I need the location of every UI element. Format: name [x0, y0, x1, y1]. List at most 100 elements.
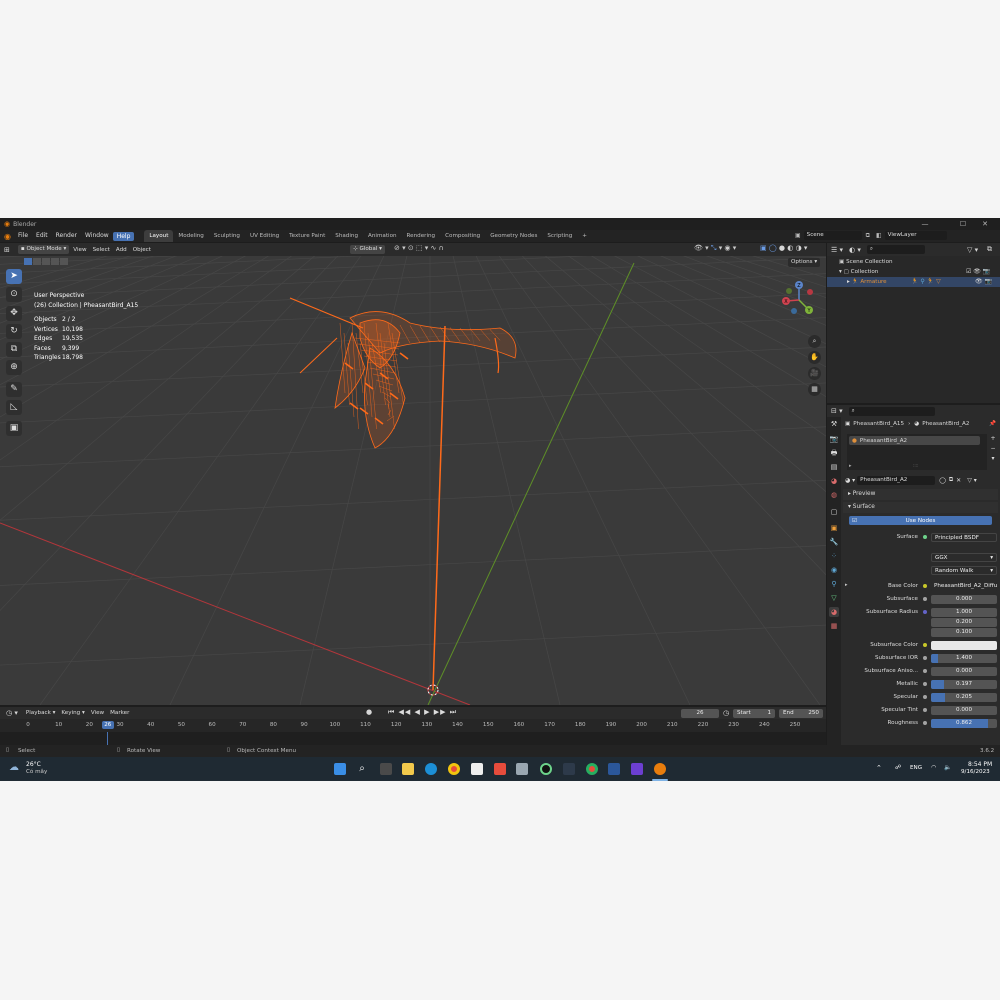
properties-editor-icon[interactable]: ⊟ ▾ — [831, 407, 843, 415]
render-tab-icon[interactable]: 📷 — [829, 434, 839, 444]
add-workspace-button[interactable]: + — [577, 230, 592, 242]
scene-selector[interactable]: ▣ Scene ⧉ ◧ ViewLayer — [795, 231, 951, 240]
surface-shader-field[interactable]: Principled BSDF — [931, 533, 997, 542]
property-value-field[interactable]: 0.197 — [931, 680, 997, 689]
playback-controls[interactable]: ⏮ ◀◀ ◀ ▶ ▶▶ ⏭ — [388, 708, 457, 717]
scale-tool-icon[interactable]: ⧉ — [6, 342, 22, 357]
transform-orientation[interactable]: ⊹ Global ▾ — [350, 245, 385, 254]
scene-name-field[interactable]: Scene — [803, 231, 862, 240]
tab-scripting[interactable]: Scripting — [542, 230, 577, 242]
frame-ruler[interactable]: 0 10 20 30 40 50 60 70 80 90 100 110 120 130 140 150 160… — [0, 720, 826, 730]
menu-render[interactable]: Render — [52, 230, 81, 242]
material-tab-icon[interactable]: ◕ — [829, 607, 839, 617]
material-slot-list[interactable]: ● PheasantBird_A2 :::: ▸ — [847, 434, 987, 470]
preview-section-header[interactable]: ▸ Preview — [843, 489, 998, 500]
task-view-icon[interactable] — [380, 763, 392, 775]
selection-mode-buttons[interactable] — [24, 258, 68, 265]
socket-dot-icon[interactable] — [923, 584, 927, 588]
tab-texture-paint[interactable]: Texture Paint — [284, 230, 330, 242]
editor-type-icon[interactable]: ⊞ — [4, 246, 10, 254]
list-expand-icon[interactable]: ▸ — [849, 463, 852, 469]
menu-marker[interactable]: Marker — [110, 710, 129, 716]
clock-time[interactable]: 8:54 PM — [968, 761, 992, 768]
output-tab-icon[interactable]: 🖶 — [829, 448, 839, 458]
tab-uv-editing[interactable]: UV Editing — [245, 230, 284, 242]
socket-dot-icon[interactable] — [923, 656, 927, 660]
property-value-field[interactable]: PheasantBird_A2_Diffuse — [931, 582, 997, 591]
list-resize-handle[interactable]: :::: — [913, 463, 918, 468]
3d-viewport[interactable]: ⊞ ▪ Object Mode ▾ View Select Add Object… — [0, 243, 826, 705]
material-slot-item[interactable]: ● PheasantBird_A2 — [849, 436, 980, 445]
start-frame-field[interactable]: Start 1 — [733, 709, 775, 718]
cursor-tool-icon[interactable]: ⊙ — [6, 287, 22, 302]
navigation-gizmo[interactable]: Z X Y — [776, 277, 822, 323]
socket-dot-icon[interactable] — [923, 610, 927, 614]
socket-dot-icon[interactable] — [923, 708, 927, 712]
pin-icon[interactable]: 📌 — [989, 421, 996, 427]
language-indicator[interactable]: ENG — [910, 765, 922, 771]
menu-view[interactable]: View — [73, 247, 86, 253]
clock-date[interactable]: 9/16/2023 — [961, 769, 990, 775]
scene-new-icon[interactable]: ⧉ — [866, 232, 870, 240]
annotate-tool-icon[interactable]: ✎ — [6, 382, 22, 397]
new-collection-icon[interactable]: ⧉ — [987, 245, 992, 254]
object-tab-icon[interactable]: ▣ — [829, 523, 839, 533]
grid-toggle-icon[interactable]: ▦ — [808, 383, 821, 396]
weather-cloud-icon[interactable]: ☁ — [9, 762, 19, 773]
app-icon-9[interactable] — [540, 763, 552, 775]
timeline-track-area[interactable] — [0, 732, 826, 745]
distribution-dropdown[interactable]: GGX ▾ — [931, 553, 997, 562]
view-layer-tab-icon[interactable]: ▤ — [829, 462, 839, 472]
outliner-row-scene-collection[interactable]: ▣ Scene Collection — [827, 257, 1000, 267]
property-value-field[interactable]: 0.205 — [931, 693, 997, 702]
tab-compositing[interactable]: Compositing — [440, 230, 485, 242]
menu-playback[interactable]: Playback ▾ — [26, 710, 56, 716]
outliner-search-input[interactable]: ⌕ — [866, 245, 925, 254]
volume-icon[interactable]: 🔈 — [944, 764, 951, 771]
tab-sculpting[interactable]: Sculpting — [209, 230, 245, 242]
word-icon[interactable] — [608, 763, 620, 775]
subsurface-method-dropdown[interactable]: Random Walk ▾ — [931, 566, 997, 575]
app-icon-8[interactable] — [516, 763, 528, 775]
store-icon[interactable] — [494, 763, 506, 775]
select-tool-icon[interactable]: ➤ — [6, 269, 22, 284]
measure-tool-icon[interactable]: ◺ — [6, 400, 22, 415]
search-icon[interactable]: ⌕ — [356, 763, 368, 775]
record-button[interactable]: ● — [366, 708, 372, 716]
property-value-field[interactable]: 0.000 — [931, 667, 997, 676]
timeline-editor-icon[interactable]: ◷ ▾ — [6, 709, 18, 717]
socket-dot-icon[interactable] — [923, 669, 927, 673]
outliner-editor-icon[interactable]: ☰ ▾ — [831, 246, 843, 254]
filter-icon[interactable]: ▽ ▾ — [967, 246, 978, 254]
start-windows-icon[interactable] — [334, 763, 346, 775]
tab-rendering[interactable]: Rendering — [402, 230, 441, 242]
shading-mode-buttons[interactable]: ▣ ◯ ● ◐ ◑ ▾ — [760, 244, 807, 252]
tab-shading[interactable]: Shading — [330, 230, 363, 242]
property-value-field[interactable] — [931, 641, 997, 650]
zoom-icon[interactable]: ⌕ — [808, 335, 821, 348]
armature-visibility-icons[interactable]: 👁 📷 — [975, 277, 992, 287]
tab-modeling[interactable]: Modeling — [173, 230, 208, 242]
tab-animation[interactable]: Animation — [363, 230, 402, 242]
property-value-field[interactable]: 0.000 — [931, 595, 997, 604]
options-dropdown[interactable]: Options ▾ — [788, 258, 821, 267]
menu-help[interactable]: Help — [112, 231, 135, 241]
file-explorer-icon[interactable] — [402, 763, 414, 775]
current-frame-indicator[interactable]: 26 — [101, 721, 114, 729]
tab-geometry-nodes[interactable]: Geometry Nodes — [485, 230, 542, 242]
property-value-field[interactable]: 1.400 — [931, 654, 997, 663]
slot-controls[interactable]: + − ▾ — [989, 434, 997, 464]
mode-selector[interactable]: ▪ Object Mode ▾ — [17, 245, 70, 254]
modifier-tab-icon[interactable]: 🔧 — [829, 537, 839, 547]
collection-visibility-icons[interactable]: ☑ 👁 📷 — [966, 267, 990, 277]
add-cube-tool-icon[interactable]: ▣ — [6, 421, 22, 436]
surface-section-header[interactable]: ▾ Surface — [843, 502, 998, 513]
menu-select[interactable]: Select — [93, 247, 110, 253]
fake-user-icon[interactable]: ◯ — [939, 477, 946, 484]
link-type-icon[interactable]: ▽ ▾ — [967, 477, 977, 484]
data-tab-icon[interactable]: ▽ — [829, 593, 839, 603]
menu-file[interactable]: File — [14, 230, 32, 242]
tray-chevron-icon[interactable]: ⌃ — [876, 764, 882, 772]
socket-dot-icon[interactable] — [923, 721, 927, 725]
property-value-field[interactable]: 0.200 — [931, 618, 997, 627]
